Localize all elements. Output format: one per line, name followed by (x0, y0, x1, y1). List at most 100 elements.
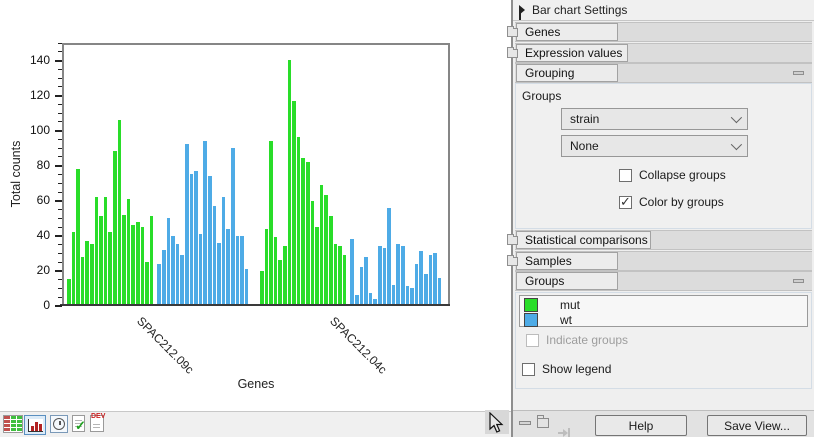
bar-wt (438, 278, 442, 304)
color-by-groups-checkbox[interactable]: Color by groups (619, 195, 724, 209)
section-statistical-tab[interactable]: Statistical comparisons (516, 231, 651, 249)
bar-wt (369, 293, 373, 304)
expand-section-icon[interactable] (507, 236, 518, 245)
bar-wt (360, 267, 364, 304)
bar-mut (288, 60, 292, 304)
y-axis-tick (58, 174, 62, 175)
secondary-group-dropdown[interactable]: None (561, 135, 748, 157)
collapse-all-icon[interactable] (519, 421, 531, 425)
bar-wt (199, 234, 203, 304)
bar-mut (338, 246, 342, 304)
x-axis-line (60, 304, 450, 306)
y-axis-tick (58, 104, 62, 105)
history-view-icon[interactable] (50, 415, 68, 433)
help-button[interactable]: Help (595, 415, 687, 436)
bar-wt (355, 295, 359, 304)
side-panel-footer: Help Save View... (513, 410, 814, 437)
group-by-dropdown[interactable]: strain (561, 108, 748, 130)
checkbox-box[interactable] (619, 196, 632, 209)
bar-mut (95, 197, 99, 304)
section-grouping-tab[interactable]: Grouping (516, 64, 618, 82)
section-grouping[interactable]: Grouping (515, 63, 812, 83)
green-check-icon: ✓ (75, 418, 86, 434)
collapse-groups-checkbox[interactable]: Collapse groups (619, 168, 726, 182)
section-expression-tab[interactable]: Expression values (516, 44, 628, 62)
section-label: Grouping (525, 66, 574, 80)
bar-mut (113, 151, 117, 304)
checkbox-box[interactable] (522, 363, 535, 376)
section-statistical-comparisons[interactable]: Statistical comparisons (515, 230, 812, 250)
clock-hand (59, 421, 61, 425)
section-genes-tab[interactable]: Genes (516, 23, 618, 41)
collapse-panel-icon[interactable] (519, 5, 525, 15)
bar-mut (269, 141, 273, 304)
y-axis-tick (58, 86, 62, 87)
y-axis-tick (58, 51, 62, 52)
bar-mut (274, 237, 278, 304)
bar-wt (180, 255, 184, 304)
expand-section-icon[interactable] (507, 49, 518, 58)
y-axis-tick (58, 262, 62, 263)
bar-mut (324, 195, 328, 304)
y-axis-tick (58, 156, 62, 157)
checkbox-label: Indicate groups (546, 333, 628, 347)
y-axis-tick (58, 183, 62, 184)
bar-wt (185, 144, 189, 304)
section-samples[interactable]: Samples (515, 251, 812, 271)
bar-wt (401, 246, 405, 304)
bar-wt (378, 246, 382, 304)
bar-wt (392, 285, 396, 304)
y-axis-tick (58, 244, 62, 245)
section-genes[interactable]: Genes (515, 22, 812, 42)
bar-wt (226, 229, 230, 304)
bar-wt (203, 141, 207, 304)
group-color-swatch[interactable] (524, 298, 538, 312)
bar-wt (167, 218, 171, 304)
chart-view: Total counts Genes 020406080100120140SPA… (0, 0, 511, 437)
bar-chart-window: Total counts Genes 020406080100120140SPA… (0, 0, 814, 437)
bar-mut (108, 232, 112, 304)
bar-wt (157, 264, 161, 304)
checkbox-box[interactable] (619, 169, 632, 182)
y-axis-tick (55, 270, 62, 272)
save-view-button[interactable]: Save View... (707, 415, 807, 436)
group-name: wt (560, 313, 572, 327)
group-legend-row[interactable]: mut (524, 297, 580, 312)
group-legend-row[interactable]: wt (524, 312, 572, 327)
section-samples-tab[interactable]: Samples (516, 252, 618, 270)
section-groups-tab[interactable]: Groups (516, 272, 618, 290)
y-tick-label: 60 (14, 193, 50, 207)
bar-wt (387, 208, 391, 304)
y-axis-tick (58, 192, 62, 193)
expand-section-icon[interactable] (507, 257, 518, 266)
expand-all-icon[interactable] (537, 418, 549, 428)
bar-mut (104, 197, 108, 304)
bar-mut (127, 199, 131, 304)
bar-mut (334, 244, 338, 304)
collapse-section-icon[interactable] (793, 71, 804, 75)
section-expression-values[interactable]: Expression values (515, 43, 812, 63)
bar-mut (311, 201, 315, 304)
section-groups[interactable]: Groups (515, 271, 812, 291)
table-view-icon[interactable] (3, 415, 23, 433)
element-info-view-icon[interactable]: ✓ (72, 415, 85, 432)
section-label: Statistical comparisons (525, 233, 648, 247)
expand-section-icon[interactable] (507, 28, 518, 37)
bar-mut (315, 227, 319, 304)
grouping-settings: Groups strain None Collapse groups Color… (515, 83, 812, 229)
bar-wt (162, 250, 166, 304)
bar-mut (329, 216, 333, 304)
bar-chart-view-icon[interactable] (24, 415, 46, 435)
bar-chart: Total counts Genes 020406080100120140SPA… (0, 0, 511, 410)
dev-view-icon[interactable]: DEV (90, 415, 104, 432)
bar-mut (343, 255, 347, 304)
show-legend-checkbox[interactable]: Show legend (522, 362, 611, 376)
y-axis-tick (58, 227, 62, 228)
bar-mut (122, 215, 126, 304)
view-switch-toolbar: ✓ DEV (0, 411, 511, 437)
y-tick-label: 80 (14, 158, 50, 172)
y-axis-tick (58, 43, 62, 44)
bar-mut (150, 216, 154, 304)
group-color-swatch[interactable] (524, 313, 538, 327)
collapse-section-icon[interactable] (793, 279, 804, 283)
